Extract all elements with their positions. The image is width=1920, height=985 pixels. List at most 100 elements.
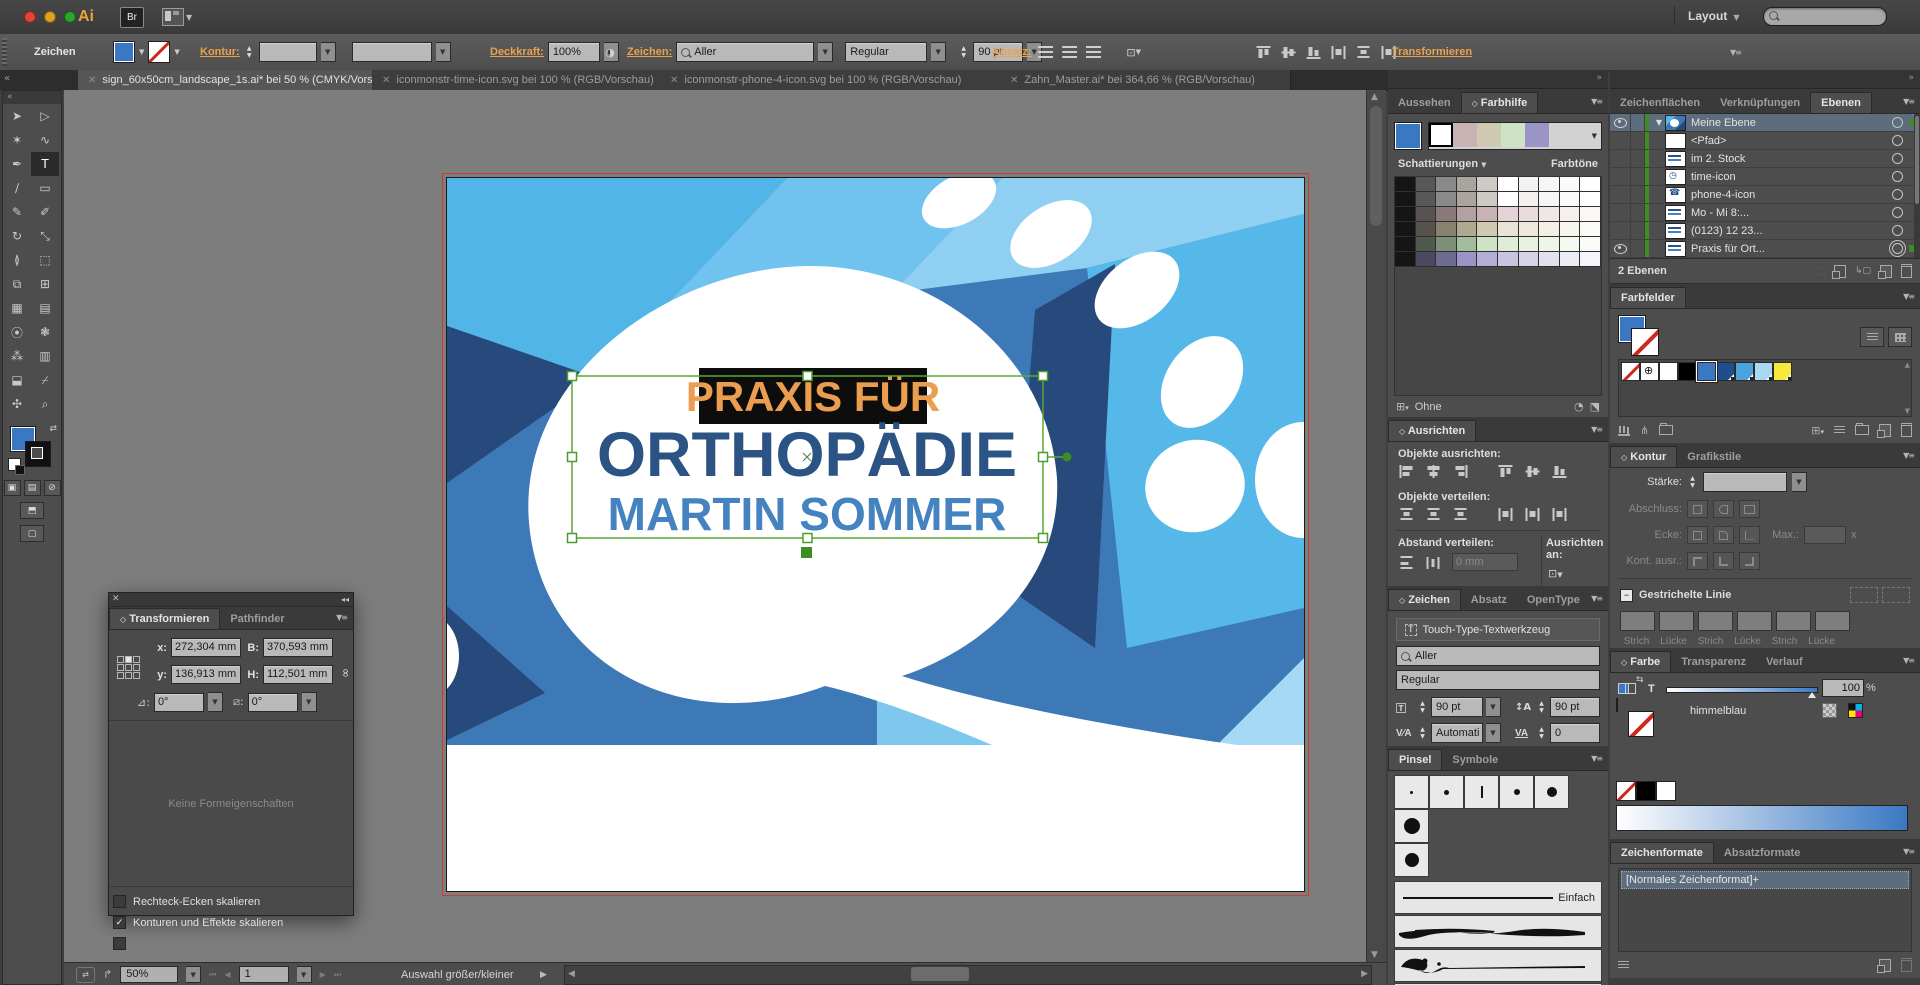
- lock-toggle[interactable]: [1631, 150, 1645, 167]
- calligraphic-brush-6[interactable]: [1394, 809, 1429, 843]
- shade-cell[interactable]: [1498, 222, 1519, 237]
- mini-swap-icon[interactable]: ⇆: [1636, 675, 1644, 685]
- style-options-icon[interactable]: [1618, 961, 1629, 970]
- next-artboard-icon[interactable]: ▶: [320, 970, 326, 979]
- shade-cell[interactable]: [1580, 207, 1601, 222]
- base-color-swatch[interactable]: [1394, 122, 1422, 150]
- none-mode-button[interactable]: ⊘: [44, 480, 61, 496]
- toolbar-collapse-icon[interactable]: «: [3, 91, 61, 104]
- shade-cell[interactable]: [1436, 192, 1457, 207]
- farbfelder-flyout-icon[interactable]: ▼≡: [1903, 292, 1914, 301]
- zeichenformate-flyout-icon[interactable]: ▼≡: [1903, 847, 1914, 856]
- brush-kohle[interactable]: [1394, 915, 1602, 948]
- close-tab-icon[interactable]: ✕: [670, 75, 678, 86]
- stroke-weight-stepper2[interactable]: ▲▼: [1687, 476, 1698, 489]
- lock-toggle[interactable]: [1631, 168, 1645, 185]
- arrange-documents-icon[interactable]: [162, 8, 184, 26]
- scroll-right-icon[interactable]: ▶: [1361, 969, 1368, 979]
- blend-tool[interactable]: ❃: [31, 320, 59, 344]
- stroke-color-swatch[interactable]: [148, 41, 170, 63]
- tab-absatzformate[interactable]: Absatzformate: [1714, 843, 1810, 863]
- character-panel-link[interactable]: Zeichen:: [627, 46, 672, 58]
- calligraphic-brush-5[interactable]: [1534, 775, 1569, 809]
- character-style-item[interactable]: [Normales Zeichenformat]+: [1621, 871, 1909, 889]
- cap-butt-button[interactable]: [1687, 500, 1708, 518]
- scale-strokes-effects-checkbox[interactable]: ✓Konturen und Effekte skalieren: [113, 916, 349, 929]
- swatch-#000000[interactable]: [1678, 362, 1697, 381]
- y-field[interactable]: 136,913 mm: [171, 665, 241, 684]
- join-bevel-button[interactable]: [1739, 526, 1760, 544]
- shade-grid[interactable]: [1394, 176, 1602, 396]
- symbol-sprayer-tool[interactable]: ⁂: [3, 344, 31, 368]
- join-miter-button[interactable]: [1687, 526, 1708, 544]
- shade-cell[interactable]: [1395, 252, 1416, 267]
- line-segment-tool[interactable]: ∕: [3, 176, 31, 200]
- close-tab-icon[interactable]: ✕: [1010, 75, 1018, 86]
- layer-row-1[interactable]: ▼Meine Ebene: [1610, 114, 1920, 132]
- target-circle[interactable]: [1892, 189, 1903, 200]
- close-tab-icon[interactable]: ✕: [382, 75, 390, 86]
- align-to-artboard-dropdown[interactable]: ⊡▼: [1124, 43, 1144, 61]
- rotate-tool[interactable]: ↻: [3, 224, 31, 248]
- rectangle-tool[interactable]: ▭: [31, 176, 59, 200]
- shade-cell[interactable]: [1416, 252, 1437, 267]
- controlbar-flyout-icon[interactable]: ▼≡: [1730, 48, 1741, 57]
- status-expand-icon[interactable]: ▶: [540, 970, 547, 980]
- visibility-toggle[interactable]: [1610, 186, 1631, 203]
- shade-cell[interactable]: [1498, 252, 1519, 267]
- schattierungen-dropdown[interactable]: Schattierungen ▼: [1398, 158, 1487, 170]
- swatch-scroll-up-icon[interactable]: ▲: [1905, 361, 1910, 369]
- align-left-button[interactable]: [1036, 43, 1056, 61]
- collapse-panels-icon-b[interactable]: »: [1908, 73, 1914, 83]
- default-fill-stroke-icon[interactable]: [8, 458, 21, 471]
- make-clipping-mask-icon[interactable]: [1834, 265, 1846, 278]
- visibility-toggle[interactable]: [1610, 258, 1631, 259]
- panel-title-bar[interactable]: ✕ ◂◂: [109, 593, 353, 607]
- shade-cell[interactable]: [1457, 252, 1478, 267]
- cb-align-middle[interactable]: [1280, 45, 1297, 60]
- visibility-toggle[interactable]: [1610, 240, 1631, 257]
- workspace-switcher[interactable]: Layout▼: [1688, 9, 1740, 23]
- touch-type-tool-button[interactable]: T Touch-Type-Textwerkzeug: [1396, 618, 1600, 641]
- pinsel-flyout-icon[interactable]: ▼≡: [1591, 754, 1602, 763]
- font-style-field[interactable]: Regular: [1396, 670, 1600, 690]
- fill-color-swatch[interactable]: [113, 41, 135, 63]
- document-tab-1[interactable]: ✕sign_60x50cm_landscape_1s.ai* bei 50 % …: [78, 70, 373, 90]
- delete-layer-icon[interactable]: [1901, 264, 1912, 278]
- align-stroke-outside-button[interactable]: [1739, 552, 1760, 570]
- farbhilfe-flyout-icon[interactable]: ▼≡: [1591, 97, 1602, 106]
- align-vertical-center[interactable]: [1524, 464, 1541, 479]
- zoom-window-button[interactable]: [64, 11, 76, 23]
- font-size-field[interactable]: 90 pt: [1431, 697, 1483, 717]
- swatch-#4ba3dc[interactable]: [1735, 362, 1754, 381]
- shade-cell[interactable]: [1560, 207, 1581, 222]
- dash-field-1[interactable]: [1620, 611, 1655, 631]
- shade-cell[interactable]: [1498, 207, 1519, 222]
- swatch-library-panel-icon[interactable]: [1659, 425, 1673, 435]
- artboard[interactable]: PRAXIS FÜR ORTHOPÄDIE MARTIN SOMMER: [447, 178, 1304, 891]
- lock-toggle[interactable]: [1631, 204, 1645, 221]
- target-circle[interactable]: [1892, 207, 1903, 218]
- shade-cell[interactable]: [1457, 177, 1478, 192]
- layer-row-6[interactable]: Mo - Mi 8:...: [1610, 204, 1920, 222]
- mini-fill-stroke-icon[interactable]: [1618, 679, 1636, 697]
- shade-cell[interactable]: [1560, 252, 1581, 267]
- tab-grafikstile[interactable]: Grafikstile: [1677, 447, 1751, 467]
- new-color-group-icon[interactable]: [1855, 425, 1869, 435]
- visibility-toggle[interactable]: [1610, 150, 1631, 167]
- shade-cell[interactable]: [1539, 207, 1560, 222]
- vertical-scrollbar[interactable]: ▲ ▼: [1366, 90, 1386, 962]
- artboard-nav-field[interactable]: 1: [239, 966, 289, 983]
- tab-verlauf[interactable]: Verlauf: [1756, 652, 1813, 672]
- controlbar-grip[interactable]: [2, 38, 7, 66]
- swatch-#f5ea3c[interactable]: [1773, 362, 1792, 381]
- harmony-chip-2[interactable]: [1453, 123, 1477, 147]
- tab-kontur-panel[interactable]: ◇ Kontur: [1610, 446, 1677, 467]
- distribute-bottom[interactable]: [1452, 507, 1469, 522]
- shade-cell[interactable]: [1519, 237, 1540, 252]
- eyedropper-tool[interactable]: ⦿: [3, 320, 31, 344]
- align-dash-button[interactable]: [1882, 587, 1910, 603]
- shade-cell[interactable]: [1539, 177, 1560, 192]
- ebenen-flyout-icon[interactable]: ▼≡: [1903, 97, 1914, 106]
- visibility-toggle[interactable]: [1610, 168, 1631, 185]
